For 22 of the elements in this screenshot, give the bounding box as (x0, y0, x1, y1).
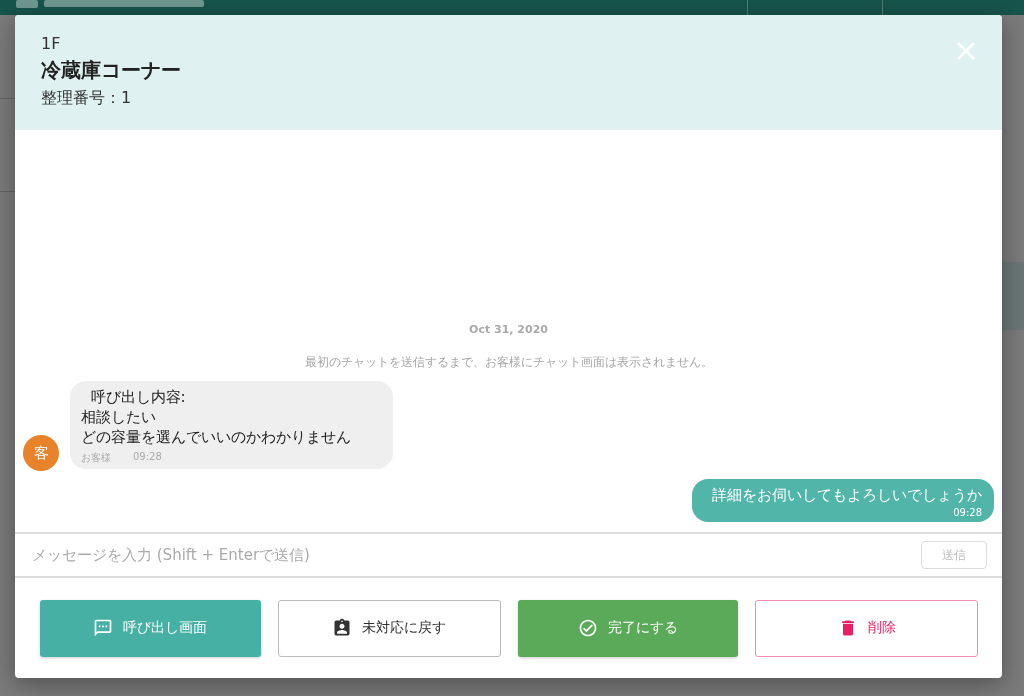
message-time: 09:28 (133, 451, 162, 464)
date-label: Oct 31, 2020 (469, 323, 548, 336)
dialog-title: 冷蔵庫コーナー (41, 57, 181, 84)
chat-notice: 最初のチャットを送信するまで、お客様にチャット画面は表示されません。 (304, 354, 713, 371)
avatar: 客 (23, 435, 59, 471)
floor-label: 1F (41, 33, 61, 55)
ticket-number: 整理番号：1 (41, 87, 132, 109)
message-line: 呼び出し内容: (89, 387, 186, 407)
action-button[interactable]: 未対応に戻す (277, 599, 501, 657)
sender-name: お客様 (81, 451, 111, 465)
highlighted-row (1002, 262, 1024, 330)
message-line: 相談したい (81, 407, 156, 427)
action-button[interactable]: 呼び出し画面 (40, 599, 261, 657)
action-button[interactable]: 削除 (755, 599, 978, 657)
badge-person-icon (332, 618, 353, 638)
message-line: どの容量を選んでいいのかわかりません (81, 427, 351, 447)
message-line: 詳細をお伺いしてもよろしいでしょうか (712, 485, 982, 505)
action-button[interactable]: 完了にする (517, 599, 739, 657)
message-input[interactable]: メッセージを入力 (Shift + Enterで送信) (30, 545, 921, 565)
chat-icon (93, 618, 114, 638)
close-button[interactable] (956, 41, 976, 61)
message-time: 09:28 (953, 507, 982, 518)
